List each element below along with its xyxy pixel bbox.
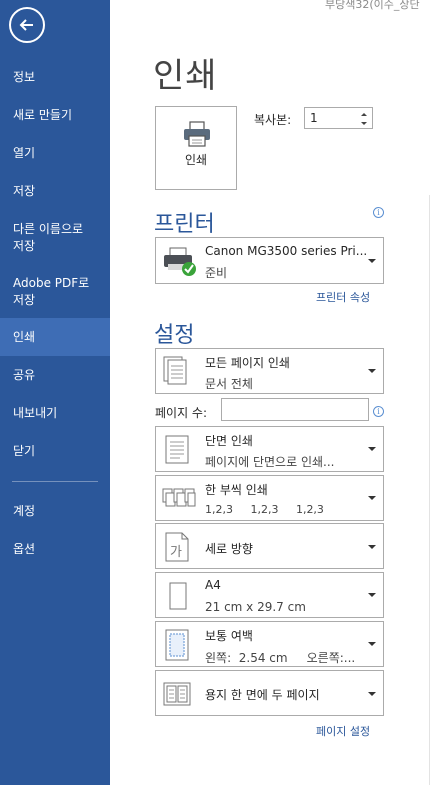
setting-sublabel: 문서 전체: [205, 377, 253, 391]
back-arrow-icon: [19, 19, 33, 31]
pages-input[interactable]: [221, 398, 369, 421]
two-pages-per-sheet-icon: [163, 682, 191, 706]
svg-text:가: 가: [170, 545, 182, 560]
sidebar-item-print[interactable]: 인쇄: [0, 318, 110, 356]
sidebar-item-new[interactable]: 새로 만들기: [0, 107, 110, 124]
sidebar-item-account[interactable]: 계정: [0, 503, 110, 520]
info-icon[interactable]: i: [373, 406, 384, 417]
copies-label: 복사본:: [254, 113, 292, 127]
setting-label: 단면 인쇄: [205, 434, 253, 448]
page-title: 인쇄: [153, 56, 218, 96]
sidebar-item-close[interactable]: 닫기: [0, 443, 110, 460]
document-title: 부당색32(이수_상단: [325, 0, 420, 11]
chevron-down-icon: [368, 692, 376, 696]
pages-label: 페이지 수:: [155, 406, 208, 420]
chevron-down-icon: [368, 369, 376, 373]
paper-size-dropdown[interactable]: A4 21 cm x 29.7 cm: [155, 572, 384, 618]
paper-size-icon: [169, 582, 187, 610]
printer-dropdown[interactable]: Canon MG3500 series Pri... 준비: [155, 237, 384, 284]
copies-stepper[interactable]: 1: [304, 107, 373, 129]
printer-section-header: 프린터: [154, 212, 215, 237]
pages-stack-icon: [163, 356, 187, 385]
print-button[interactable]: 인쇄: [155, 106, 237, 190]
collated-icon: [162, 488, 196, 507]
spin-down-icon[interactable]: [359, 119, 369, 128]
setting-label: 한 부씩 인쇄: [205, 483, 268, 497]
print-range-dropdown[interactable]: 모든 페이지 인쇄 문서 전체: [155, 348, 384, 394]
setting-sublabel: 1,2,3 1,2,3 1,2,3: [205, 503, 324, 516]
backstage-sidebar: 정보 새로 만들기 열기 저장 다른 이름으로 저장 Adobe PDF로 저장…: [0, 0, 110, 785]
sidebar-item-save-as[interactable]: 다른 이름으로 저장: [0, 221, 110, 255]
sidebar-item-options[interactable]: 옵션: [0, 541, 110, 558]
printer-status: 준비: [205, 266, 228, 280]
printer-name: Canon MG3500 series Pri...: [205, 244, 368, 258]
printer-icon: [184, 121, 210, 147]
orientation-dropdown[interactable]: 가 세로 방향: [155, 523, 384, 569]
margins-icon: [165, 629, 189, 661]
sides-dropdown[interactable]: 단면 인쇄 페이지에 단면으로 인쇄...: [155, 426, 384, 472]
setting-sublabel: 21 cm x 29.7 cm: [205, 600, 306, 614]
sidebar-item-save[interactable]: 저장: [0, 183, 110, 200]
setting-label: 모든 페이지 인쇄: [205, 356, 290, 370]
printer-ready-icon: [164, 247, 196, 276]
collate-dropdown[interactable]: 한 부씩 인쇄 1,2,3 1,2,3 1,2,3: [155, 475, 384, 521]
copies-value: 1: [310, 111, 318, 125]
sidebar-item-export[interactable]: 내보내기: [0, 405, 110, 422]
chevron-down-icon: [368, 545, 376, 549]
chevron-down-icon: [368, 259, 376, 263]
printer-properties-link[interactable]: 프린터 속성: [316, 289, 370, 305]
sidebar-item-open[interactable]: 열기: [0, 145, 110, 162]
back-button[interactable]: [9, 7, 45, 43]
pages-per-sheet-dropdown[interactable]: 용지 한 면에 두 페이지: [155, 670, 384, 716]
one-sided-page-icon: [165, 435, 189, 464]
sidebar-item-info[interactable]: 정보: [0, 69, 110, 86]
page-setup-link[interactable]: 페이지 설정: [316, 723, 370, 739]
settings-section-header: 설정: [154, 323, 195, 348]
setting-label: 보통 여백: [205, 629, 253, 643]
setting-sublabel: 페이지에 단면으로 인쇄...: [205, 455, 335, 469]
margins-dropdown[interactable]: 보통 여백 왼쪽: 2.54 cm 오른쪽:...: [155, 621, 384, 667]
info-icon[interactable]: i: [373, 207, 384, 218]
chevron-down-icon: [368, 496, 376, 500]
preview-divider: [429, 195, 430, 785]
spin-up-icon[interactable]: [359, 110, 369, 119]
setting-label: A4: [205, 578, 221, 592]
sidebar-item-share[interactable]: 공유: [0, 367, 110, 384]
sidebar-item-save-as-pdf[interactable]: Adobe PDF로 저장: [0, 275, 110, 309]
chevron-down-icon: [368, 642, 376, 646]
setting-sublabel: 왼쪽: 2.54 cm 오른쪽:...: [205, 651, 356, 665]
portrait-orientation-icon: 가: [165, 532, 189, 562]
print-button-label: 인쇄: [184, 153, 208, 167]
setting-label: 용지 한 면에 두 페이지: [205, 688, 320, 702]
chevron-down-icon: [368, 593, 376, 597]
sidebar-divider: [12, 481, 98, 482]
setting-label: 세로 방향: [205, 542, 253, 556]
chevron-down-icon: [368, 447, 376, 451]
